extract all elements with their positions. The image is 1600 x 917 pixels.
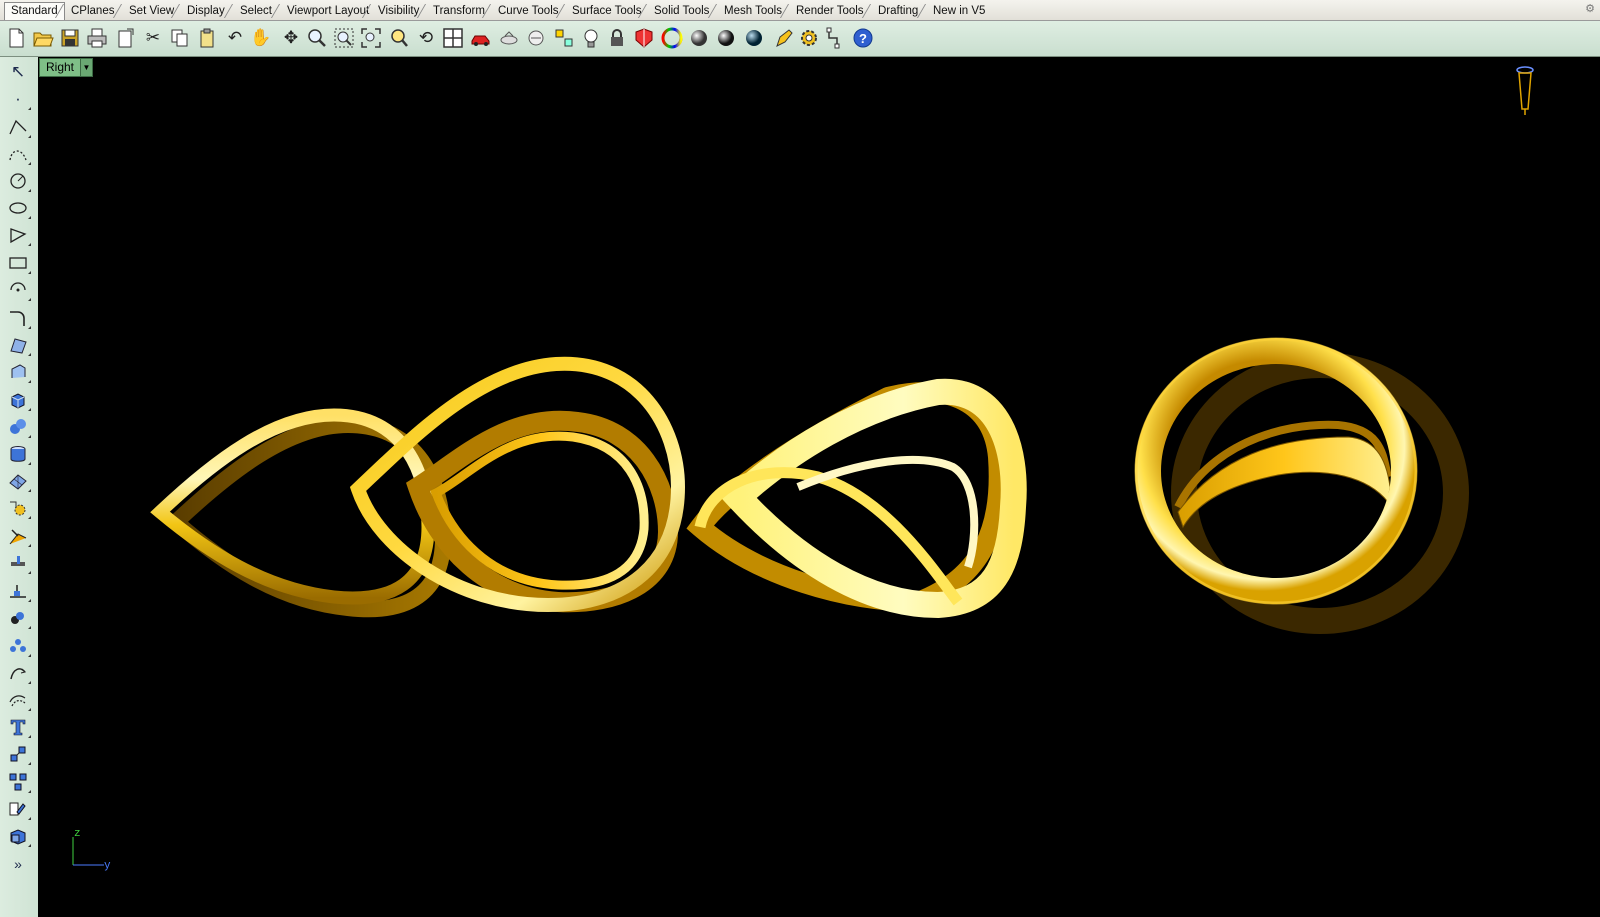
- toolbar-tab-strip: Standard CPlanes Set View Display Select…: [0, 0, 1600, 21]
- paste-icon[interactable]: [195, 26, 219, 50]
- standard-toolbar: ✂ ↶ ✋ ✥ ⟲ ?: [0, 21, 1600, 57]
- tab-transform[interactable]: Transform: [416, 3, 487, 19]
- world-axis-icon: z y: [72, 828, 111, 872]
- open-folder-icon[interactable]: [31, 26, 55, 50]
- rendered-sphere-icon[interactable]: [714, 26, 738, 50]
- save-icon[interactable]: [58, 26, 82, 50]
- points-cloud-icon[interactable]: [5, 633, 31, 659]
- zoom-extents-icon[interactable]: [359, 26, 383, 50]
- shaded-sphere-icon[interactable]: [687, 26, 711, 50]
- svg-text:?: ?: [859, 31, 867, 46]
- new-file-icon[interactable]: [4, 26, 28, 50]
- toolbar-options-gear-icon[interactable]: ⚙: [1584, 3, 1596, 15]
- help-icon[interactable]: ?: [851, 26, 875, 50]
- extrude-surface-icon[interactable]: [5, 359, 31, 385]
- cut-icon[interactable]: ✂: [141, 26, 165, 50]
- circle-icon[interactable]: [5, 168, 31, 194]
- ring-model-3[interactable]: [686, 378, 1027, 619]
- main-left-toolbar: ↖ · »: [0, 57, 39, 917]
- four-viewports-icon[interactable]: [441, 26, 465, 50]
- tab-display[interactable]: Display: [170, 3, 227, 19]
- dimension-icon[interactable]: [825, 26, 849, 50]
- tab-drafting[interactable]: Drafting: [861, 3, 920, 19]
- undo-icon[interactable]: ↶: [223, 26, 247, 50]
- fillet-curve-icon[interactable]: [5, 305, 31, 331]
- tab-cplanes[interactable]: CPlanes: [54, 3, 116, 19]
- tab-mesh-tools[interactable]: Mesh Tools: [707, 3, 784, 19]
- more-tools-icon[interactable]: »: [5, 851, 31, 877]
- rotate-view-icon[interactable]: ⟲: [414, 26, 438, 50]
- ring-model-2[interactable]: [349, 356, 686, 613]
- dimension-tool-icon[interactable]: [5, 578, 31, 604]
- boolean-union-icon[interactable]: [5, 523, 31, 549]
- pencil-properties-icon[interactable]: [773, 26, 797, 50]
- blue-sphere-icon[interactable]: [742, 26, 766, 50]
- options-gear-icon[interactable]: [797, 26, 821, 50]
- axis-z-label: z: [74, 828, 81, 840]
- viewport-name: Right: [46, 60, 75, 74]
- tab-solid-tools[interactable]: Solid Tools: [637, 3, 711, 19]
- tab-visibility[interactable]: Visibility: [361, 3, 421, 19]
- sphere-solid-icon[interactable]: [5, 414, 31, 440]
- tab-select[interactable]: Select: [223, 3, 274, 19]
- curve-control-points-icon[interactable]: [5, 141, 31, 167]
- zoom-window-icon[interactable]: [332, 26, 356, 50]
- polyline-icon[interactable]: [5, 114, 31, 140]
- tab-render-tools[interactable]: Render Tools: [779, 3, 866, 19]
- select-arrow-icon[interactable]: ↖: [5, 59, 31, 85]
- material-icon[interactable]: [632, 26, 656, 50]
- print-icon[interactable]: [85, 26, 109, 50]
- tab-surface-tools[interactable]: Surface Tools: [555, 3, 643, 19]
- color-wheel-icon[interactable]: [660, 26, 684, 50]
- cplane-icon[interactable]: [524, 26, 548, 50]
- zoom-dynamic-icon[interactable]: [305, 26, 329, 50]
- block-icon[interactable]: [5, 769, 31, 795]
- analyze-icon[interactable]: [5, 550, 31, 576]
- offset-curve-icon[interactable]: [5, 687, 31, 713]
- group-icon[interactable]: [5, 605, 31, 631]
- car-display-icon[interactable]: [469, 26, 493, 50]
- solid-box-icon[interactable]: [5, 823, 31, 849]
- tab-viewport-layout[interactable]: Viewport Layout: [270, 3, 371, 19]
- move-viewport-icon[interactable]: ✥: [279, 26, 303, 50]
- light-bulb-icon[interactable]: [579, 26, 603, 50]
- mesh-plane-icon[interactable]: [5, 468, 31, 494]
- lock-icon[interactable]: [605, 26, 629, 50]
- cylinder-solid-icon[interactable]: [5, 441, 31, 467]
- viewport-title-tab[interactable]: Right ▼: [39, 58, 94, 77]
- viewport-right[interactable]: z y Right ▼: [38, 57, 1600, 917]
- import-icon[interactable]: [113, 26, 137, 50]
- arc-icon[interactable]: [5, 277, 31, 303]
- ring-model-4[interactable]: [1134, 337, 1469, 634]
- zoom-selected-icon[interactable]: [387, 26, 411, 50]
- tab-new-in-v5[interactable]: New in V5: [916, 3, 987, 19]
- axis-y-label: y: [104, 860, 111, 872]
- snap-points-icon[interactable]: [552, 26, 576, 50]
- box-solid-icon[interactable]: [5, 387, 31, 413]
- viewport-scene: z y: [72, 66, 1534, 872]
- copy-icon[interactable]: [168, 26, 192, 50]
- viewport-menu-arrow-icon[interactable]: ▼: [80, 59, 93, 76]
- point-icon[interactable]: ·: [5, 86, 31, 112]
- surface-corner-icon[interactable]: [5, 332, 31, 358]
- ellipse-icon[interactable]: [5, 195, 31, 221]
- viewport-gumball-marker-icon[interactable]: [1516, 66, 1534, 115]
- pan-hand-icon[interactable]: ✋: [249, 26, 273, 50]
- tab-curve-tools[interactable]: Curve Tools: [481, 3, 561, 19]
- array-icon[interactable]: [5, 741, 31, 767]
- polygon-icon[interactable]: [5, 222, 31, 248]
- transform-gear-icon[interactable]: [5, 495, 31, 521]
- text-icon[interactable]: [5, 714, 31, 740]
- rectangle-icon[interactable]: [5, 250, 31, 276]
- layer-tool-icon[interactable]: [5, 796, 31, 822]
- tab-set-view[interactable]: Set View: [112, 3, 176, 19]
- curve-from-object-icon[interactable]: [5, 660, 31, 686]
- named-views-icon[interactable]: [497, 26, 521, 50]
